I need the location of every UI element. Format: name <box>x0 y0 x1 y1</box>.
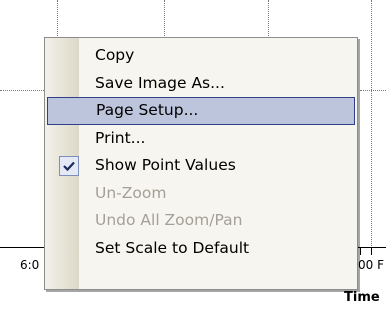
menu-item-label: Show Point Values <box>95 156 236 174</box>
menu-item-save-image-as[interactable]: Save Image As... <box>45 70 357 98</box>
menu-item-label: Set Scale to Default <box>95 238 250 257</box>
menu-item-print[interactable]: Print... <box>45 125 357 153</box>
menu-item-label: Copy <box>95 46 135 64</box>
menu-item-label: Un-Zoom <box>95 183 167 202</box>
grid-line-vertical <box>371 0 372 250</box>
menu-item-show-point-values[interactable]: Show Point Values <box>45 152 357 180</box>
x-axis-tick-label: 6:0 <box>20 258 40 272</box>
menu-item-page-setup[interactable]: Page Setup... <box>47 97 355 125</box>
menu-item-label: Print... <box>95 128 146 147</box>
x-axis-tick <box>360 247 361 255</box>
menu-item-label: Save Image As... <box>95 73 225 92</box>
x-axis-title: Time <box>344 290 380 305</box>
menu-item-label: Page Setup... <box>96 101 199 119</box>
menu-item-copy[interactable]: Copy <box>45 42 357 70</box>
checkmark-icon <box>59 155 79 176</box>
menu-item-un-zoom: Un-Zoom <box>45 180 357 208</box>
menu-item-set-scale-to-default[interactable]: Set Scale to Default <box>45 235 357 263</box>
menu-item-label: Undo All Zoom/Pan <box>95 211 243 229</box>
menu-item-undo-all-zoom-pan: Undo All Zoom/Pan <box>45 207 357 235</box>
grid-line-horizontal <box>0 90 44 91</box>
grid-line-horizontal <box>360 90 386 91</box>
x-axis-tick-label: 00 F <box>358 258 384 272</box>
x-axis-tick <box>371 247 372 255</box>
context-menu: Copy Save Image As... Page Setup... Prin… <box>44 37 358 290</box>
